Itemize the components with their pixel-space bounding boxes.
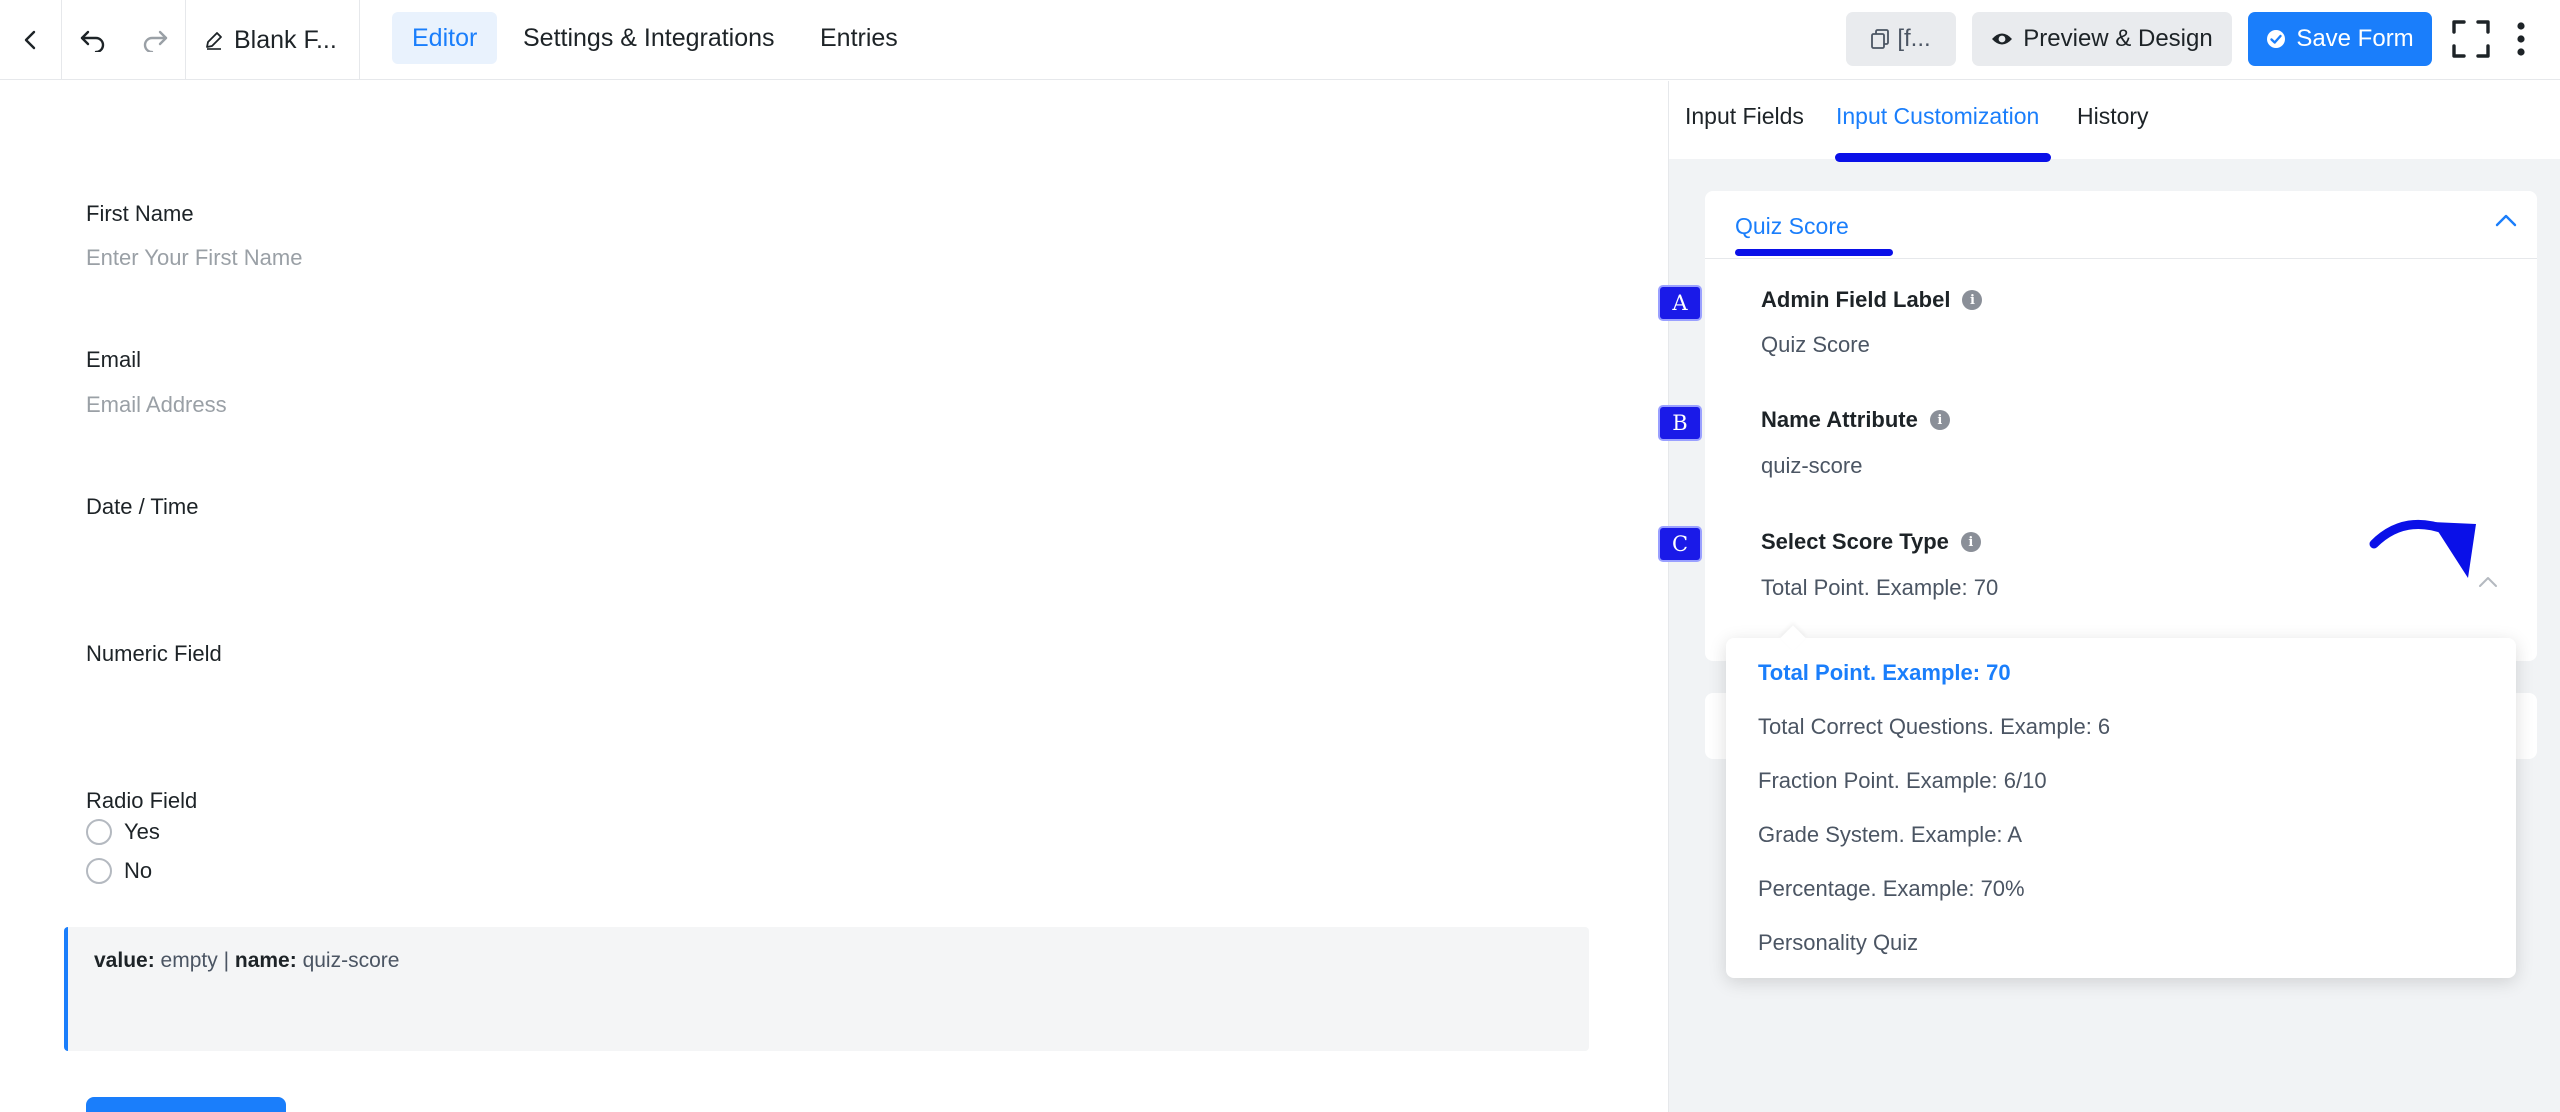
more-options-button[interactable] [2506, 18, 2536, 60]
first-name-label[interactable]: First Name [86, 201, 194, 227]
radio-option-yes[interactable]: Yes [86, 819, 160, 845]
chevron-up-icon[interactable] [2495, 213, 2517, 227]
redo-button[interactable] [124, 0, 186, 80]
setting-label-text: Admin Field Label [1761, 287, 1951, 312]
score-type-option[interactable]: Total Point. Example: 70 [1758, 660, 2011, 686]
save-form-button[interactable]: Save Form [2248, 12, 2432, 66]
form-title-text: Blank F... [234, 25, 337, 54]
kebab-menu-icon [2506, 18, 2536, 60]
tab-settings-integrations[interactable]: Settings & Integrations [503, 12, 795, 64]
setting-label-text: Name Attribute [1761, 407, 1918, 432]
check-circle-icon [2266, 29, 2286, 49]
info-icon[interactable]: i [1929, 410, 1950, 430]
value-key: value: [94, 949, 155, 972]
info-icon[interactable]: i [1960, 532, 1981, 552]
score-type-option[interactable]: Personality Quiz [1758, 930, 1918, 956]
first-name-input[interactable]: Enter Your First Name [86, 245, 302, 271]
setting-label-text: Select Score Type [1761, 529, 1949, 554]
back-button[interactable] [0, 0, 62, 80]
radio-option-label: No [124, 858, 153, 883]
copy-icon [1871, 29, 1890, 49]
preview-design-button[interactable]: Preview & Design [1972, 12, 2232, 66]
radio-field-label[interactable]: Radio Field [86, 788, 197, 814]
email-input[interactable]: Email Address [86, 392, 227, 418]
tab-input-fields[interactable]: Input Fields [1685, 103, 1804, 130]
annotation-marker-a: A [1660, 287, 1700, 319]
undo-button[interactable] [62, 0, 124, 80]
top-toolbar: Blank F... Editor Settings & Integration… [0, 0, 2560, 80]
sidebar-tabs: Input Fields Input Customization History [1669, 81, 2560, 162]
radio-circle-icon[interactable] [86, 858, 112, 884]
tab-history[interactable]: History [2077, 103, 2149, 130]
shortcode-button[interactable]: [f... [1846, 12, 1956, 66]
preview-design-label: Preview & Design [2023, 25, 2213, 52]
tab-input-customization[interactable]: Input Customization [1836, 103, 2039, 130]
annotation-underline [1735, 249, 1893, 256]
email-label[interactable]: Email [86, 347, 141, 373]
numeric-field-label[interactable]: Numeric Field [86, 641, 222, 667]
save-form-label: Save Form [2296, 25, 2414, 52]
chevron-left-icon [20, 29, 42, 51]
redo-icon [141, 28, 169, 52]
radio-circle-icon[interactable] [86, 819, 112, 845]
name-text: quiz-score [302, 949, 400, 972]
form-title[interactable]: Blank F... [186, 0, 360, 80]
panel-header[interactable]: Quiz Score [1705, 191, 2537, 259]
tab-entries[interactable]: Entries [800, 12, 918, 64]
radio-option-label: Yes [124, 819, 160, 844]
score-type-option[interactable]: Fraction Point. Example: 6/10 [1758, 768, 2047, 794]
panel-title: Quiz Score [1735, 213, 1849, 239]
name-attribute-input[interactable]: quiz-score [1761, 453, 1862, 479]
value-text: empty | [160, 949, 230, 972]
score-type-option[interactable]: Grade System. Example: A [1758, 822, 2022, 848]
admin-field-label-heading: Admin Field Label i [1761, 287, 1983, 313]
shortcode-label: [f... [1897, 25, 1931, 52]
select-score-type-heading: Select Score Type i [1761, 529, 1981, 555]
quiz-score-field-preview[interactable]: value: empty | name: quiz-score [64, 927, 1589, 1051]
annotation-marker-c: C [1660, 528, 1700, 560]
score-type-option[interactable]: Percentage. Example: 70% [1758, 876, 2025, 902]
fullscreen-icon [2450, 18, 2492, 60]
form-editor-canvas: First Name Enter Your First Name Email E… [0, 81, 1668, 1112]
date-time-label[interactable]: Date / Time [86, 494, 198, 520]
name-attribute-heading: Name Attribute i [1761, 407, 1950, 433]
annotation-marker-b: B [1660, 407, 1700, 439]
name-key: name: [234, 949, 297, 972]
radio-option-no[interactable]: No [86, 858, 152, 884]
curved-arrow-icon [2364, 508, 2484, 591]
admin-field-label-input[interactable]: Quiz Score [1761, 332, 1870, 358]
eye-icon [1991, 31, 2013, 47]
score-type-select[interactable]: Total Point. Example: 70 [1761, 575, 1998, 601]
tab-editor[interactable]: Editor [392, 12, 498, 64]
score-type-option[interactable]: Total Correct Questions. Example: 6 [1758, 714, 2110, 740]
pencil-icon [204, 30, 224, 50]
info-icon[interactable]: i [1962, 290, 1983, 310]
annotation-underline [1835, 153, 2051, 162]
fullscreen-button[interactable] [2450, 18, 2492, 60]
score-type-dropdown: Total Point. Example: 70 Total Correct Q… [1726, 625, 2516, 978]
submit-button[interactable] [86, 1097, 286, 1112]
undo-icon [79, 28, 107, 52]
